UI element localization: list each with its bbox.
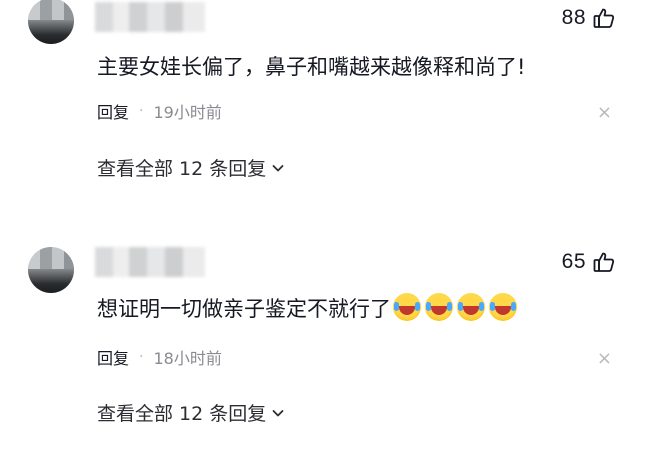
view-replies-label: 查看全部 12 条回复 [97, 158, 267, 180]
comment-text-content: 想证明一切做亲子鉴定不就行了 [97, 297, 391, 321]
close-icon[interactable]: × [597, 102, 612, 123]
separator-dot: · [139, 349, 144, 365]
username-blurred[interactable] [95, 2, 205, 32]
laughing-crying-emoji [393, 293, 421, 321]
thumbs-up-icon[interactable] [592, 250, 616, 274]
comment-text: 主要女娃长偏了，鼻子和嘴越来越像释和尚了! [97, 55, 526, 79]
comment-meta: 回复 · 19小时前 [97, 99, 222, 123]
like-count: 65 [561, 250, 586, 273]
timestamp: 19小时前 [153, 103, 222, 122]
reply-button[interactable]: 回复 [97, 99, 129, 123]
like-count: 88 [561, 6, 586, 29]
timestamp: 18小时前 [153, 349, 222, 368]
chevron-down-icon [270, 405, 286, 421]
like-button[interactable]: 88 [562, 6, 616, 30]
laughing-crying-emoji [489, 293, 517, 321]
view-replies-label: 查看全部 12 条回复 [97, 403, 267, 425]
chevron-down-icon [270, 160, 286, 176]
view-replies-button[interactable]: 查看全部 12 条回复 [97, 154, 286, 181]
comment-meta: 回复 · 18小时前 [97, 345, 222, 369]
laughing-crying-emoji [425, 293, 453, 321]
thumbs-up-icon[interactable] [592, 6, 616, 30]
comment-text: 想证明一切做亲子鉴定不就行了 [97, 293, 517, 323]
separator-dot: · [139, 103, 144, 119]
laughing-crying-emoji [457, 293, 485, 321]
reply-button[interactable]: 回复 [97, 345, 129, 369]
avatar[interactable] [28, 0, 74, 44]
username-blurred[interactable] [95, 247, 205, 277]
close-icon[interactable]: × [597, 348, 612, 369]
view-replies-button[interactable]: 查看全部 12 条回复 [97, 399, 286, 426]
emoji-group [393, 293, 517, 321]
like-button[interactable]: 65 [562, 250, 616, 274]
avatar[interactable] [28, 247, 74, 293]
comment-item: 65 想证明一切做亲子鉴定不就行了 回复 · 18小时前 × 查看全部 12 条… [0, 215, 660, 469]
comment-item: 88 主要女娃长偏了，鼻子和嘴越来越像释和尚了! 回复 · 19小时前 × 查看… [0, 0, 660, 215]
